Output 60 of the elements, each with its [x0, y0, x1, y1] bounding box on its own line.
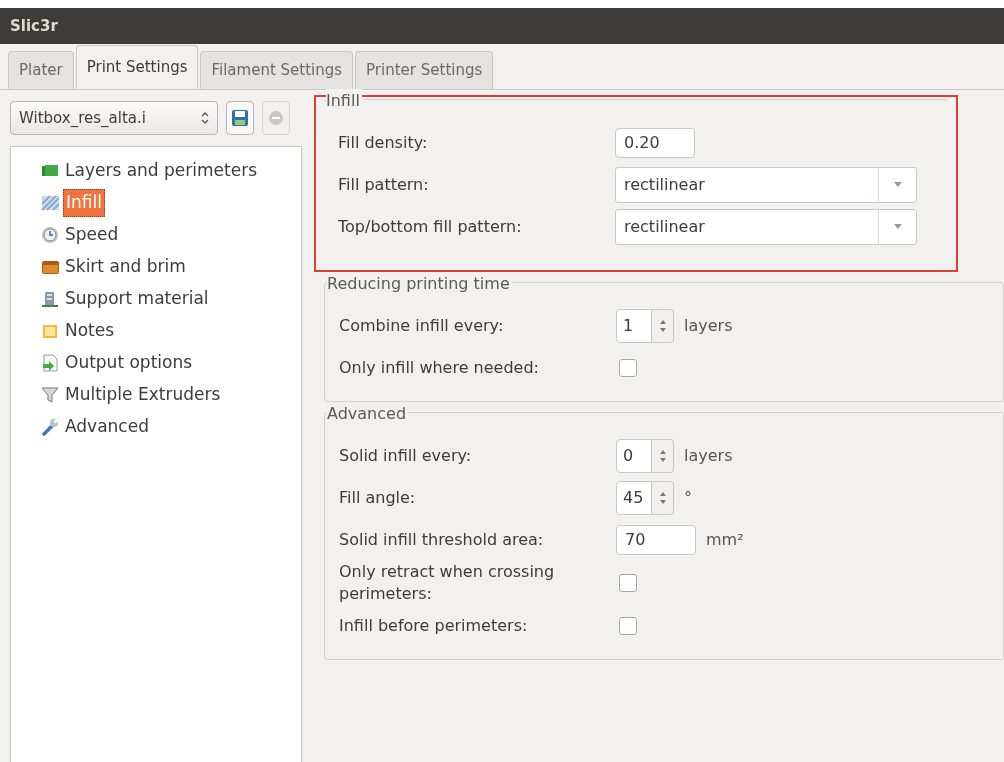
sidebar-item[interactable]: Support material [63, 286, 211, 312]
dropdown-value: rectilinear [623, 216, 706, 238]
spin-field[interactable]: 45 [616, 481, 652, 515]
spin-buttons[interactable] [652, 309, 674, 343]
field-label: Infill before perimeters: [339, 615, 529, 637]
dropdown-value: rectilinear [623, 174, 706, 196]
input-field[interactable]: 0.20 [615, 128, 695, 158]
checkbox[interactable] [619, 574, 637, 592]
pattern-dropdown[interactable]: rectilinear [615, 167, 917, 203]
sidebar-item[interactable]: Notes [63, 318, 117, 344]
clock-icon [41, 226, 59, 244]
tab[interactable]: Filament Settings [200, 51, 354, 89]
field-label: Fill angle: [339, 487, 417, 509]
checkbox[interactable] [619, 617, 637, 635]
unit-label: mm² [706, 529, 744, 551]
field-label: Only infill where needed: [339, 357, 540, 379]
field-label: Solid infill every: [339, 445, 473, 467]
spin-buttons[interactable] [652, 439, 674, 473]
spin-buttons[interactable] [652, 481, 674, 515]
tab[interactable]: Printer Settings [355, 51, 494, 89]
sidebar-item[interactable]: Multiple Extruders [63, 382, 223, 408]
sidebar-item[interactable]: Layers and perimeters [63, 158, 259, 184]
window-title: Slic3r [10, 15, 58, 37]
tab[interactable]: Plater [8, 51, 74, 89]
minus-circle-icon [268, 110, 284, 126]
dropdown-arrow-icon [893, 224, 902, 230]
tab[interactable]: Print Settings [75, 45, 199, 89]
field-label: Fill density: [338, 132, 429, 154]
funnel-icon [41, 386, 59, 404]
unit-label: ° [684, 487, 692, 509]
sidebar-item[interactable]: Skirt and brim [63, 254, 188, 280]
sidebar-item[interactable]: Advanced [63, 414, 151, 440]
save-button[interactable] [226, 101, 254, 135]
input-field[interactable]: 70 [616, 525, 696, 555]
up-down-arrows-icon [658, 448, 667, 464]
unit-label: layers [684, 315, 733, 337]
wrench-icon [41, 418, 59, 436]
box-icon [41, 258, 59, 276]
preset-dropdown[interactable]: Witbox_res_alta.i [10, 101, 218, 135]
up-down-arrows-icon [658, 490, 667, 506]
pattern-dropdown[interactable]: rectilinear [615, 209, 917, 245]
spin-field[interactable]: 0 [616, 439, 652, 473]
unit-label: layers [684, 445, 733, 467]
field-label: Solid infill threshold area: [339, 529, 545, 551]
preset-value: Witbox_res_alta.i [19, 107, 146, 129]
document-arrow-icon [41, 354, 59, 372]
spin-field[interactable]: 1 [616, 309, 652, 343]
sidebar-item[interactable]: Speed [63, 222, 121, 248]
field-label: Only retract when crossing perimeters: [339, 561, 556, 605]
up-down-arrows-icon [658, 318, 667, 334]
field-label: Fill pattern: [338, 174, 430, 196]
spin-arrows-icon [201, 111, 209, 125]
building-icon [41, 290, 59, 308]
checkbox[interactable] [619, 359, 637, 377]
field-label: Combine infill every: [339, 315, 505, 337]
note-icon [41, 322, 59, 340]
field-label: Top/bottom fill pattern: [338, 216, 523, 238]
hatched-square-icon [41, 194, 59, 212]
sidebar-item[interactable]: Output options [63, 350, 195, 376]
dropdown-arrow-icon [893, 182, 902, 188]
